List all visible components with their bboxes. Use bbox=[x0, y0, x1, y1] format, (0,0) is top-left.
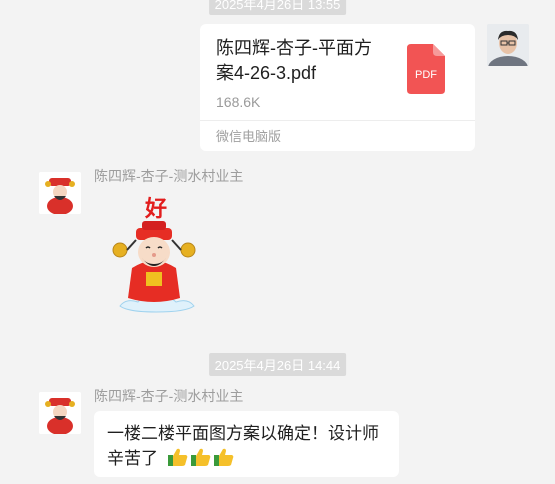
thumbs-up-icon bbox=[167, 448, 188, 466]
sender-name: 陈四辉-杏子-测水村业主 bbox=[94, 168, 244, 184]
self-avatar[interactable] bbox=[487, 24, 529, 66]
thumbs-up-icon bbox=[190, 448, 211, 466]
person-icon bbox=[487, 24, 529, 66]
file-size: 168.6K bbox=[216, 94, 261, 110]
god-of-wealth-icon: 好 bbox=[112, 196, 196, 313]
emoji-group bbox=[167, 447, 236, 474]
sender-avatar[interactable] bbox=[39, 172, 81, 214]
message-text: 一楼二楼平面图方案以确定！设计师 辛苦了 bbox=[107, 421, 397, 474]
divider bbox=[200, 120, 475, 121]
pdf-label: PDF bbox=[415, 69, 437, 81]
timestamp: 2025年4月26日 13:55 bbox=[208, 0, 347, 15]
god-of-wealth-icon bbox=[39, 172, 81, 214]
god-of-wealth-icon bbox=[39, 392, 81, 434]
pdf-file-icon: PDF bbox=[407, 44, 445, 94]
file-name: 陈四辉-杏子-平面方 案4-26-3.pdf bbox=[216, 38, 372, 83]
god-of-wealth-sticker[interactable]: 好 bbox=[106, 194, 202, 320]
file-source: 微信电脑版 bbox=[216, 129, 282, 144]
sender-avatar[interactable] bbox=[39, 392, 81, 434]
sticker-text: 好 bbox=[144, 196, 167, 222]
sender-name: 陈四辉-杏子-测水村业主 bbox=[94, 388, 244, 404]
timestamp: 2025年4月26日 14:44 bbox=[208, 353, 347, 376]
file-message[interactable]: 陈四辉-杏子-平面方 案4-26-3.pdf 168.6K PDF 微信电脑版 bbox=[200, 24, 475, 151]
thumbs-up-icon bbox=[213, 448, 234, 466]
text-message[interactable]: 一楼二楼平面图方案以确定！设计师 辛苦了 bbox=[94, 411, 399, 477]
